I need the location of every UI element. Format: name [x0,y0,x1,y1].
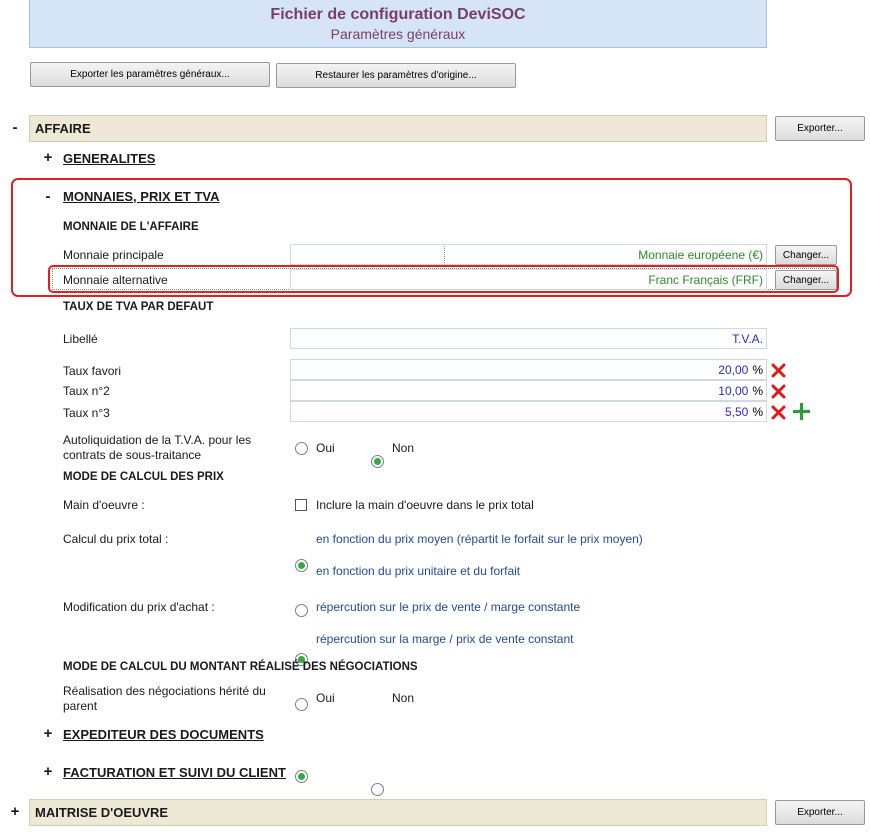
mode-calcul-prix-heading: MODE DE CALCUL DES PRIX [63,471,224,483]
taux-favori-input[interactable]: 20,00 % [290,359,767,380]
calcul-prix-unitaire-label[interactable]: en fonction du prix unitaire et du forfa… [316,564,520,578]
monnaie-principale-change-button[interactable]: Changer... [775,245,837,265]
calcul-prix-unitaire-radio[interactable] [295,604,308,617]
libelle-value: T.V.A. [732,331,763,346]
restore-defaults-button[interactable]: Restaurer les paramètres d'origine... [276,63,516,88]
maitrise-export-button[interactable]: Exporter... [775,800,865,825]
affaire-export-button[interactable]: Exporter... [775,116,865,141]
taux-favori-label: Taux favori [63,364,122,378]
taux-2-label: Taux n°2 [63,384,110,398]
taux-3-input[interactable]: 5,50 % [290,401,767,422]
tva-default-heading: TAUX DE TVA PAR DEFAUT [63,301,214,313]
taux-favori-value: 20,00 [718,362,749,377]
monnaie-alternative-label: Monnaie alternative [63,273,168,287]
maitrise-section-bar[interactable]: MAITRISE D'OEUVRE [29,799,767,826]
calcul-prix-moyen-radio[interactable] [295,559,308,572]
monnaie-alternative-change-button[interactable]: Changer... [775,270,837,290]
affaire-collapse-toggle[interactable]: - [8,120,22,135]
negociations-non-label[interactable]: Non [392,691,414,705]
delete-taux-favori-icon[interactable] [771,363,786,378]
monnaie-principale-label: Monnaie principale [63,248,164,262]
prix-vente-constant-label[interactable]: répercution sur la marge / prix de vente… [316,632,573,646]
negociations-oui-radio[interactable] [295,770,308,783]
monnaie-alternative-field: Franc Français (FRF) [290,269,767,290]
taux-2-unit: % [752,383,763,398]
negociations-herite-label: Réalisation des négociations hérité du p… [63,684,266,713]
taux-2-value: 10,00 [718,383,749,398]
modif-prix-achat-label: Modification du prix d'achat : [63,600,215,614]
monnaie-affaire-heading: MONNAIE DE L'AFFAIRE [63,221,199,233]
monnaies-title[interactable]: MONNAIES, PRIX ET TVA [63,189,220,204]
taux-2-input[interactable]: 10,00 % [290,380,767,401]
expediteur-expand-toggle[interactable]: + [41,726,55,741]
monnaie-alternative-value: Franc Français (FRF) [648,272,763,287]
libelle-label: Libellé [63,332,98,346]
negociations-non-radio[interactable] [371,783,384,796]
maitrise-section-title: MAITRISE D'OEUVRE [35,805,169,820]
calcul-prix-moyen-label[interactable]: en fonction du prix moyen (répartit le f… [316,532,643,546]
maitrise-expand-toggle[interactable]: + [8,804,22,819]
delete-taux-3-icon[interactable] [771,405,786,420]
header-title: Fichier de configuration DeviSOC [270,6,526,23]
taux-3-unit: % [752,404,763,419]
taux-3-value: 5,50 [724,404,749,419]
header-subtitle: Paramètres généraux [330,26,466,42]
field-divider [444,246,445,263]
prix-vente-constant-radio[interactable] [295,698,308,711]
calcul-prix-total-label: Calcul du prix total : [63,532,169,546]
generalites-title[interactable]: GENERALITES [63,151,155,166]
mode-calcul-negociations-heading: MODE DE CALCUL DU MONTANT RÉALISÉ DES NÉ… [63,661,418,673]
negociations-oui-label[interactable]: Oui [316,691,335,705]
monnaie-principale-field: Monnaie européene (€) [290,244,767,265]
main-oeuvre-checkbox[interactable] [295,499,307,511]
export-general-settings-button[interactable]: Exporter les paramètres généraux... [30,62,270,87]
autoliquidation-label: Autoliquidation de la T.V.A. pour les co… [63,433,252,462]
generalites-expand-toggle[interactable]: + [41,150,55,165]
autoliquidation-oui-label[interactable]: Oui [316,441,335,455]
libelle-input[interactable]: T.V.A. [290,328,767,349]
main-oeuvre-checkbox-label[interactable]: Inclure la main d'oeuvre dans le prix to… [316,498,534,512]
delete-taux-2-icon[interactable] [771,384,786,399]
facturation-expand-toggle[interactable]: + [41,764,55,779]
marge-constante-label[interactable]: répercution sur le prix de vente / marge… [316,600,580,614]
affaire-section-bar[interactable]: AFFAIRE [29,115,767,142]
autoliquidation-non-radio[interactable] [371,455,384,468]
autoliquidation-oui-radio[interactable] [295,442,308,455]
config-header: Fichier de configuration DeviSOC Paramèt… [29,0,767,48]
add-taux-icon[interactable] [793,403,810,420]
facturation-title[interactable]: FACTURATION ET SUIVI DU CLIENT [63,765,286,780]
monnaies-collapse-toggle[interactable]: - [41,189,55,204]
taux-favori-unit: % [752,362,763,377]
monnaie-principale-value: Monnaie européene (€) [638,247,763,262]
autoliquidation-non-label[interactable]: Non [392,441,414,455]
expediteur-title[interactable]: EXPEDITEUR DES DOCUMENTS [63,727,264,742]
affaire-section-title: AFFAIRE [35,121,91,136]
main-oeuvre-label: Main d'oeuvre : [63,498,145,512]
taux-3-label: Taux n°3 [63,406,110,420]
